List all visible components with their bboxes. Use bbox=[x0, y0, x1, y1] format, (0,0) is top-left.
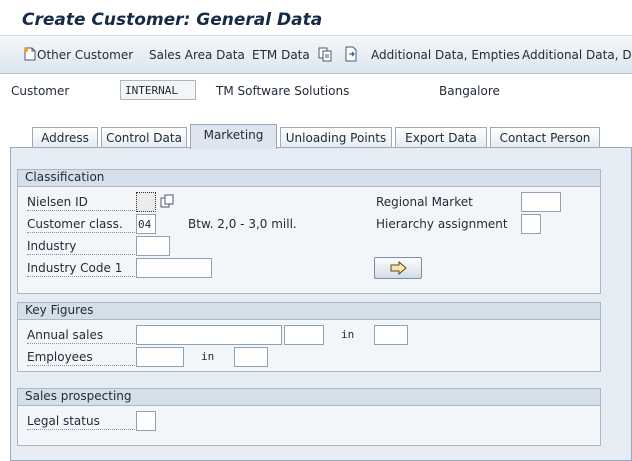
additional-data-dsd-button[interactable]: Additional Data, DSD bbox=[522, 48, 632, 62]
employees-input[interactable] bbox=[136, 347, 184, 367]
etm-data-button[interactable]: ETM Data bbox=[252, 48, 310, 62]
application-toolbar: Other Customer Sales Area Data ETM Data … bbox=[0, 37, 632, 74]
regional-market-input[interactable] bbox=[521, 192, 561, 212]
tab-contact-person[interactable]: Contact Person bbox=[490, 127, 600, 148]
page-title: Create Customer: General Data bbox=[22, 10, 323, 30]
copy-icon[interactable] bbox=[317, 46, 333, 62]
customer-class-label: Customer class. bbox=[27, 217, 137, 233]
tab-unloading-points[interactable]: Unloading Points bbox=[280, 127, 392, 148]
industry-code-input[interactable] bbox=[136, 258, 212, 278]
customer-city: Bangalore bbox=[439, 84, 500, 98]
legal-status-input[interactable] bbox=[136, 411, 156, 431]
annual-sales-year-input[interactable] bbox=[284, 325, 324, 345]
tab-marketing[interactable]: Marketing bbox=[190, 124, 277, 149]
export-icon[interactable] bbox=[343, 46, 359, 62]
sales-area-data-button[interactable]: Sales Area Data bbox=[149, 48, 245, 62]
employees-in-label: in bbox=[201, 350, 215, 363]
new-document-icon[interactable] bbox=[22, 46, 38, 62]
customer-name: TM Software Solutions bbox=[216, 84, 350, 98]
industry-label: Industry bbox=[27, 239, 137, 255]
more-button[interactable] bbox=[374, 257, 422, 279]
annual-sales-in-label: in bbox=[341, 328, 355, 341]
hierarchy-assignment-label: Hierarchy assignment bbox=[376, 217, 508, 231]
nielsen-id-label: Nielsen ID bbox=[27, 195, 137, 211]
title-bar: Create Customer: General Data bbox=[0, 0, 632, 36]
tab-strip: Address Control Data Marketing Unloading… bbox=[0, 124, 632, 149]
regional-market-label: Regional Market bbox=[376, 195, 473, 209]
marketing-panel: Classification Nielsen ID Regional Marke… bbox=[10, 147, 632, 461]
annual-sales-input[interactable] bbox=[136, 325, 282, 345]
value-help-icon[interactable] bbox=[159, 193, 175, 209]
tab-control-data[interactable]: Control Data bbox=[101, 127, 187, 148]
annual-sales-currency-input[interactable] bbox=[374, 325, 408, 345]
industry-input[interactable] bbox=[136, 236, 170, 256]
customer-label: Customer bbox=[11, 84, 70, 98]
arrow-right-icon bbox=[390, 260, 407, 276]
tab-address[interactable]: Address bbox=[32, 127, 98, 148]
other-customer-button[interactable]: Other Customer bbox=[37, 48, 133, 62]
customer-class-description: Btw. 2,0 - 3,0 mill. bbox=[188, 217, 297, 231]
employees-year-input[interactable] bbox=[234, 347, 268, 367]
customer-number-field: INTERNAL bbox=[120, 80, 196, 100]
additional-data-empties-button[interactable]: Additional Data, Empties bbox=[371, 48, 520, 62]
industry-code-label: Industry Code 1 bbox=[27, 261, 137, 277]
employees-label: Employees bbox=[27, 350, 137, 366]
sales-prospecting-header: Sales prospecting bbox=[18, 389, 600, 406]
sales-prospecting-group: Sales prospecting Legal status bbox=[17, 388, 601, 446]
key-figures-header: Key Figures bbox=[18, 303, 600, 320]
nielsen-id-input[interactable] bbox=[136, 192, 156, 212]
classification-group: Classification Nielsen ID Regional Marke… bbox=[17, 169, 601, 294]
hierarchy-assignment-input[interactable] bbox=[521, 214, 541, 234]
annual-sales-label: Annual sales bbox=[27, 328, 137, 344]
legal-status-label: Legal status bbox=[27, 414, 137, 430]
key-figures-group: Key Figures Annual sales in Employees in bbox=[17, 302, 601, 372]
tab-export-data[interactable]: Export Data bbox=[395, 127, 487, 148]
classification-header: Classification bbox=[18, 170, 600, 187]
customer-class-input[interactable]: 04 bbox=[136, 214, 156, 234]
